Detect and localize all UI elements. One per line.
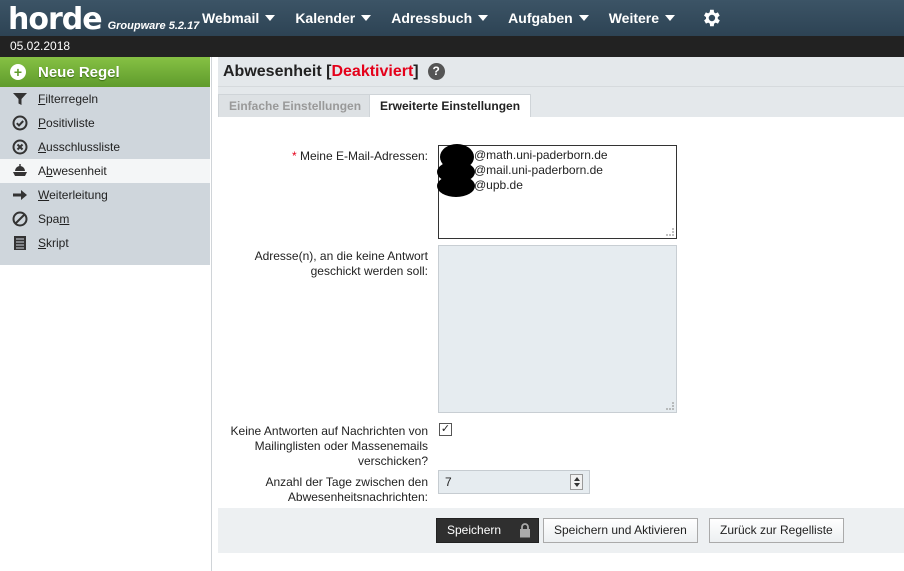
resize-handle[interactable] (666, 228, 674, 236)
tab-advanced-settings[interactable]: Erweiterte Einstellungen (369, 94, 532, 118)
menu-adressbuch[interactable]: Adressbuch (381, 0, 498, 36)
sidebar-item-weiterleitung[interactable]: Weiterleitung (0, 183, 210, 207)
noreply-textarea[interactable] (438, 245, 677, 413)
chevron-down-icon (578, 15, 589, 21)
mailinglist-checkbox[interactable]: ✓ (439, 423, 452, 436)
vacation-form: * Meine E-Mail-Adressen: @math.uni-pader… (218, 117, 904, 571)
redaction-mark (437, 175, 475, 197)
date-bar: 05.02.2018 (0, 36, 904, 57)
gear-icon[interactable] (700, 7, 722, 29)
sidebar-item-ausschlussliste[interactable]: Ausschlussliste (0, 135, 210, 159)
save-button[interactable]: Speichern (436, 518, 539, 543)
back-to-rulelist-button[interactable]: Zurück zur Regelliste (709, 518, 844, 543)
button-bar: Speichern Speichern und Aktivieren Zurüc… (218, 508, 904, 553)
new-rule-button[interactable]: + Neue Regel (0, 57, 210, 87)
save-and-activate-button[interactable]: Speichern und Aktivieren (543, 518, 698, 543)
menu-webmail[interactable]: Webmail (192, 0, 285, 36)
sidebar-item-abwesenheit[interactable]: Abwesenheit (0, 159, 210, 183)
address-line-2: @mail.uni-paderborn.de (474, 163, 603, 177)
chevron-down-icon (665, 15, 676, 21)
logo-text: horde (8, 2, 103, 37)
plus-icon: + (10, 64, 26, 80)
days-number-input[interactable]: 7 (438, 470, 590, 494)
mailinglist-label: Keine Antworten auf Nachrichten von Mail… (230, 424, 428, 468)
sidebar-item-skript[interactable]: Skript (0, 231, 210, 255)
addresses-textarea[interactable]: @math.uni-paderborn.de @mail.uni-paderbo… (438, 145, 677, 239)
new-rule-label: Neue Regel (38, 63, 120, 81)
help-icon[interactable]: ? (427, 63, 445, 80)
status-deactivated: Deaktiviert (331, 62, 414, 80)
menu-aufgaben[interactable]: Aufgaben (498, 0, 599, 36)
sidebar-item-spam[interactable]: Spam (0, 207, 210, 231)
lock-icon (520, 523, 530, 538)
logo-version: Groupware 5.2.17 (107, 20, 200, 32)
menu-weitere[interactable]: Weitere (599, 0, 685, 36)
top-navigation-bar: horde Groupware 5.2.17 Webmail Kalender … (0, 0, 904, 36)
addresses-label: * Meine E-Mail-Adressen: (291, 149, 428, 163)
menu-kalender[interactable]: Kalender (285, 0, 381, 36)
chevron-down-icon (478, 15, 489, 21)
script-icon (11, 235, 28, 252)
page-header: Abwesenheit [Deaktiviert] ? (218, 57, 904, 87)
resize-handle[interactable] (666, 402, 674, 410)
address-line-3: @upb.de (474, 178, 523, 192)
sidebar-panel: + Neue Regel Filterregeln Positivliste A… (0, 57, 210, 265)
chevron-down-icon (361, 15, 372, 21)
noreply-label: Adresse(n), an die keine Antwort geschic… (254, 249, 428, 278)
sidebar-item-positivliste[interactable]: Positivliste (0, 111, 210, 135)
x-circle-icon (11, 139, 28, 156)
address-line-1: @math.uni-paderborn.de (474, 148, 608, 162)
number-spinner[interactable] (570, 474, 583, 490)
tab-simple-settings[interactable]: Einfache Einstellungen (218, 94, 373, 117)
horde-logo[interactable]: horde Groupware 5.2.17 (8, 0, 199, 36)
arrow-right-icon (11, 187, 28, 204)
check-circle-icon (11, 115, 28, 132)
tab-bar: Einfache Einstellungen Erweiterte Einste… (218, 87, 904, 118)
sidebar: + Neue Regel Filterregeln Positivliste A… (0, 57, 212, 571)
ban-icon (11, 211, 28, 228)
page-title: Abwesenheit [Deaktiviert] (223, 62, 419, 80)
sidebar-item-filterregeln[interactable]: Filterregeln (0, 87, 210, 111)
vacation-icon (11, 163, 28, 180)
current-date: 05.02.2018 (10, 39, 71, 53)
main-menu: Webmail Kalender Adressbuch Aufgaben Wei… (192, 0, 685, 36)
days-label: Anzahl der Tage zwischen den Abwesenheit… (265, 475, 428, 504)
chevron-down-icon (265, 15, 276, 21)
main-content: Abwesenheit [Deaktiviert] ? Einfache Ein… (218, 57, 904, 571)
funnel-icon (11, 91, 28, 108)
